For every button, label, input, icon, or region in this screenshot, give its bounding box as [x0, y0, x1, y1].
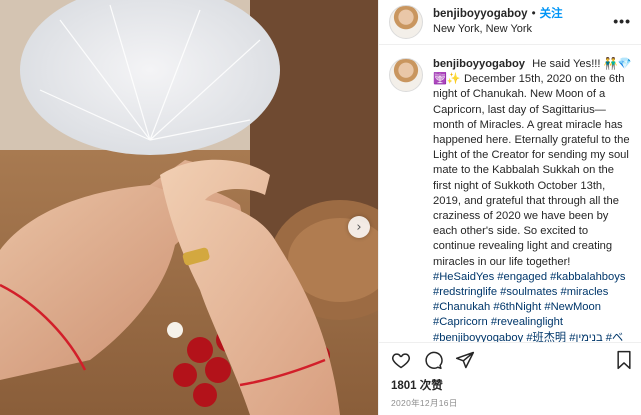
username-link[interactable]: benjiboyyogaboy [433, 7, 528, 22]
hashtag-link[interactable]: #6thNight [493, 301, 541, 313]
heart-icon[interactable] [391, 350, 411, 370]
instagram-post: › benjiboyyogaboy • 关注 New York, New Yor… [0, 0, 641, 415]
post-side-panel: benjiboyyogaboy • 关注 New York, New York … [378, 0, 641, 415]
hashtag-link[interactable]: #engaged [497, 271, 547, 283]
likes-count[interactable]: 1801 次赞 [379, 377, 641, 395]
caption-section: benjiboyyogaboy He said Yes!!! 👬💎🕎✨ Dece… [379, 45, 641, 342]
hashtag-link[interactable]: #revealinglight [491, 316, 563, 328]
hashtag-link[interactable]: #NewMoon [544, 301, 601, 313]
hashtag-link[interactable]: #redstringlife [433, 286, 497, 298]
hashtag-link[interactable]: #Chanukah [433, 301, 490, 313]
hashtag-link[interactable]: #kabbalahboys [550, 271, 625, 283]
comment-icon[interactable] [423, 350, 443, 370]
hashtag-link[interactable]: #Capricorn [433, 316, 488, 328]
header-text: benjiboyyogaboy • 关注 New York, New York [433, 7, 563, 37]
caption-text: He said Yes!!! 👬💎🕎✨ December 15th, 2020 … [433, 58, 632, 268]
hashtag-link[interactable]: #HeSaidYes [433, 271, 494, 283]
hashtag-link[interactable]: #benjiboyyogaboy [433, 332, 523, 342]
caption-username[interactable]: benjiboyyogaboy [433, 58, 525, 70]
location-link[interactable]: New York, New York [433, 22, 563, 37]
hashtag-link[interactable]: #בנימין [569, 332, 602, 342]
hashtag-link[interactable]: #miracles [561, 286, 609, 298]
avatar[interactable] [389, 5, 423, 39]
next-arrow-icon[interactable]: › [348, 216, 370, 238]
post-photo-drawing [0, 0, 378, 415]
hashtag-link[interactable]: #班杰明 [526, 332, 566, 342]
hashtag-link[interactable]: #soulmates [500, 286, 557, 298]
hashtag-list: #HeSaidYes #engaged #kabbalahboys #redst… [433, 271, 625, 342]
more-icon[interactable]: ••• [613, 13, 631, 29]
bookmark-icon[interactable] [615, 350, 633, 370]
follow-button[interactable]: 关注 [540, 7, 563, 22]
separator-dot: • [531, 8, 536, 20]
caption-body: benjiboyyogaboy He said Yes!!! 👬💎🕎✨ Dece… [433, 57, 633, 342]
header-top-row: benjiboyyogaboy • 关注 [433, 7, 563, 22]
post-date[interactable]: 2020年12月16日 [379, 395, 641, 415]
action-bar [379, 342, 641, 377]
caption-avatar[interactable] [389, 58, 423, 92]
share-icon[interactable] [455, 350, 475, 370]
post-photo[interactable]: › [0, 0, 378, 415]
post-header: benjiboyyogaboy • 关注 New York, New York … [379, 0, 641, 45]
